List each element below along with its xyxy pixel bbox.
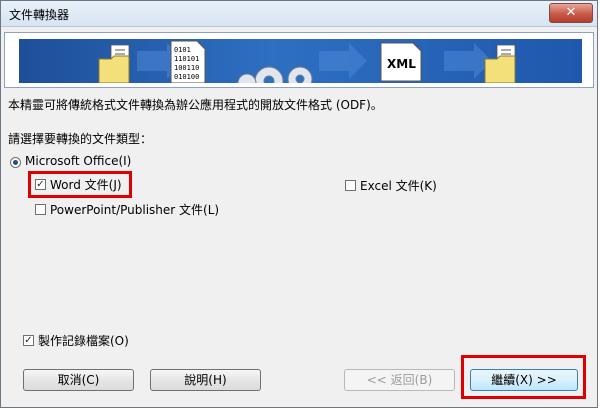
close-icon: ✕ xyxy=(565,5,577,20)
xml-document-icon: XML xyxy=(380,42,422,82)
powerpoint-checkbox[interactable] xyxy=(35,204,46,215)
svg-text:0101: 0101 xyxy=(174,46,191,54)
powerpoint-label[interactable]: PowerPoint/Publisher 文件(L) xyxy=(50,201,219,218)
microsoft-office-label[interactable]: Microsoft Office(I) xyxy=(25,154,131,168)
gears-icon xyxy=(237,66,313,83)
binary-document-icon: 0101 110101 100110 010100 xyxy=(170,40,206,83)
conversion-illustration: 0101 110101 100110 010100 XML xyxy=(98,40,516,83)
microsoft-office-radio[interactable] xyxy=(10,157,21,168)
title-bar: 文件轉換器 ✕ xyxy=(1,1,597,27)
svg-text:XML: XML xyxy=(387,57,416,71)
cancel-button[interactable]: 取消(C) xyxy=(23,369,134,391)
prompt-text: 請選擇要轉換的文件類型： xyxy=(8,132,153,146)
close-button[interactable]: ✕ xyxy=(549,3,593,23)
folder-icon xyxy=(484,44,516,83)
window-title: 文件轉換器 xyxy=(9,8,70,22)
wizard-banner: 0101 110101 100110 010100 XML xyxy=(19,39,582,83)
excel-checkbox[interactable] xyxy=(345,180,356,191)
wizard-content: 本精靈可將傳統格式文件轉換為辦公應用程式的開放文件格式 (ODF)。 請選擇要轉… xyxy=(4,88,594,404)
file-converter-window: 文件轉換器 ✕ 0101 110101 100110 010100 XML 本精… xyxy=(0,0,598,408)
help-button[interactable]: 說明(H) xyxy=(150,369,261,391)
svg-text:010100: 010100 xyxy=(174,73,199,81)
word-label[interactable]: Word 文件(J) xyxy=(50,176,122,193)
description-text: 本精靈可將傳統格式文件轉換為辦公應用程式的開放文件格式 (ODF)。 xyxy=(8,98,383,112)
svg-text:100110: 100110 xyxy=(174,64,199,72)
folder-icon xyxy=(98,44,130,83)
next-button[interactable]: 繼續(X) >> xyxy=(470,369,578,391)
svg-text:110101: 110101 xyxy=(174,55,199,63)
create-log-label[interactable]: 製作記錄檔案(O) xyxy=(38,332,129,349)
create-log-checkbox[interactable]: ✓ xyxy=(23,335,34,346)
excel-label[interactable]: Excel 文件(K) xyxy=(360,177,437,194)
wizard-banner-frame: 0101 110101 100110 010100 XML xyxy=(4,32,594,88)
word-checkbox[interactable]: ✓ xyxy=(35,179,46,190)
back-button[interactable]: << 返回(B) xyxy=(344,369,455,391)
